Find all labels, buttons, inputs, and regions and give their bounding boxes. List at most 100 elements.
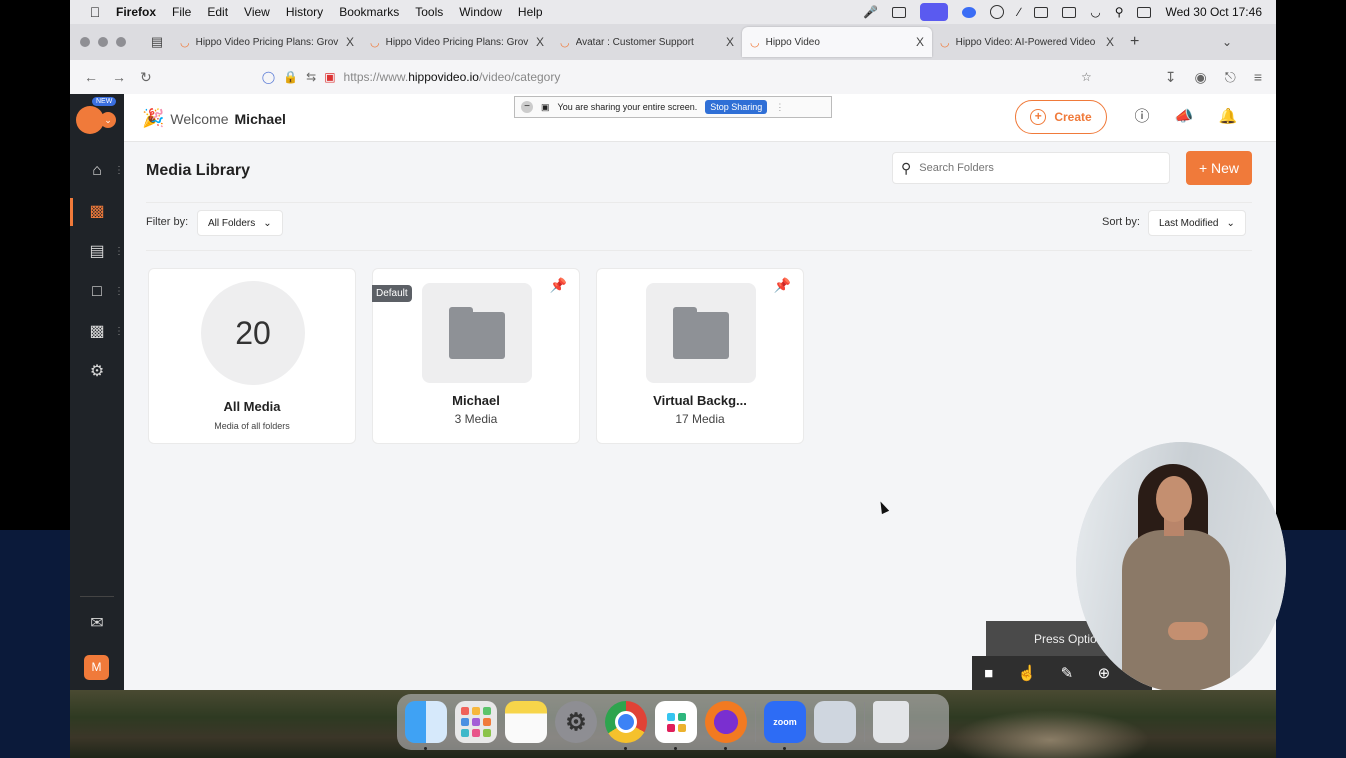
zoom-status-icon[interactable] xyxy=(962,6,977,18)
banner-grip-icon[interactable]: ⋮ xyxy=(775,102,784,113)
tab-ai-powered-video[interactable]: ◡ Hippo Video: AI-Powered Video X xyxy=(932,27,1122,57)
keyboard-icon[interactable] xyxy=(1034,6,1049,18)
finder-icon[interactable] xyxy=(405,701,447,750)
folder-card-michael[interactable]: Default 📌 Michael 3 Media xyxy=(372,268,580,444)
tracking-shield-icon[interactable]: ◯ xyxy=(262,70,275,84)
zoom-app-icon[interactable]: zoom xyxy=(764,701,806,750)
zoom-window-icon[interactable] xyxy=(116,37,126,47)
tab-close-icon[interactable]: X xyxy=(726,35,734,49)
permissions-icon[interactable]: ⇆ xyxy=(306,70,316,84)
display-icon[interactable] xyxy=(920,3,949,21)
new-tab-button[interactable]: + xyxy=(1130,33,1139,51)
minimize-banner-icon[interactable]: − xyxy=(521,101,533,113)
slash-icon[interactable]: ∕ xyxy=(1018,5,1020,19)
menu-clock[interactable]: Wed 30 Oct 17:46 xyxy=(1165,5,1262,19)
pages-more-icon[interactable]: ⋮ xyxy=(114,282,124,302)
hippo-favicon-icon: ◡ xyxy=(370,36,380,49)
menu-window[interactable]: Window xyxy=(459,5,502,19)
home-more-icon[interactable]: ⋮ xyxy=(114,161,124,181)
minimize-window-icon[interactable] xyxy=(98,37,108,47)
menu-edit[interactable]: Edit xyxy=(207,5,228,19)
sort-dropdown[interactable]: Last Modified ⌄ xyxy=(1148,210,1246,236)
wifi-icon[interactable]: ◡ xyxy=(1090,5,1100,19)
campaigns-more-icon[interactable]: ⋮ xyxy=(114,242,124,262)
new-folder-button[interactable]: + New xyxy=(1186,151,1252,185)
headset-icon[interactable] xyxy=(990,5,1005,19)
reload-icon[interactable]: ↻ xyxy=(140,69,152,86)
presenter-face xyxy=(1156,476,1192,522)
stop-sharing-button[interactable]: Stop Sharing xyxy=(705,100,768,114)
stop-square-icon[interactable]: ■ xyxy=(984,665,993,682)
folder-title: All Media xyxy=(223,399,281,414)
menu-history[interactable]: History xyxy=(286,5,323,19)
filter-dropdown[interactable]: All Folders ⌄ xyxy=(197,210,283,236)
chrome-icon[interactable] xyxy=(605,701,647,750)
extensions-icon[interactable]: ⎋ xyxy=(1225,69,1236,86)
tab-pricing-1[interactable]: ◡ Hippo Video Pricing Plans: Grov X xyxy=(172,27,362,57)
url-bar[interactable]: ◯ 🔒 ⇆ ▣ https://www.hippovideo.io/video/… xyxy=(262,70,1092,84)
close-window-icon[interactable] xyxy=(80,37,90,47)
tab-close-icon[interactable]: X xyxy=(916,35,924,49)
help-icon[interactable]: ⓘ xyxy=(1132,107,1152,127)
tab-avatar-support[interactable]: ◡ Avatar : Customer Support X xyxy=(552,27,742,57)
tab-hippo-video-active[interactable]: ◡ Hippo Video X xyxy=(742,27,932,57)
back-arrow-icon[interactable]: ← xyxy=(84,69,98,85)
analytics-more-icon[interactable]: ⋮ xyxy=(114,322,124,342)
media-library-icon[interactable]: ▩ xyxy=(86,202,108,222)
lock-icon[interactable]: 🔒 xyxy=(283,70,298,84)
screen-share-icon[interactable] xyxy=(892,6,907,18)
campaigns-icon[interactable]: ▤ xyxy=(86,242,108,262)
search-input[interactable] xyxy=(919,162,1150,174)
announcements-megaphone-icon[interactable]: 📣 xyxy=(1174,107,1194,127)
pen-icon[interactable]: ✎ xyxy=(1061,664,1074,682)
bookmark-star-icon[interactable]: ☆ xyxy=(1081,70,1092,84)
search-box[interactable]: ⚲ xyxy=(892,152,1170,184)
system-settings-icon[interactable]: ⚙ xyxy=(555,701,597,743)
tab-pricing-2[interactable]: ◡ Hippo Video Pricing Plans: Grov X xyxy=(362,27,552,57)
menu-view[interactable]: View xyxy=(244,5,270,19)
tab-close-icon[interactable]: X xyxy=(1106,35,1114,49)
logo-chevron-down-icon[interactable]: ⌄ xyxy=(100,112,116,128)
control-center-icon[interactable] xyxy=(1137,6,1152,18)
account-icon[interactable]: ◉ xyxy=(1195,69,1207,86)
folder-card-all-media[interactable]: 20 All Media Media of all folders xyxy=(148,268,356,444)
menu-app-name[interactable]: Firefox xyxy=(116,5,156,19)
preview-icon[interactable] xyxy=(814,701,856,743)
chat-icon[interactable]: ✉ xyxy=(86,614,108,634)
pin-icon[interactable]: 📌 xyxy=(774,277,791,294)
downloads-icon[interactable]: ↧ xyxy=(1165,69,1177,86)
settings-gear-icon[interactable]: ⚙ xyxy=(86,362,108,382)
firefox-icon[interactable] xyxy=(705,701,747,750)
trash-icon[interactable] xyxy=(873,701,909,743)
menu-file[interactable]: File xyxy=(172,5,191,19)
menu-help[interactable]: Help xyxy=(518,5,543,19)
notifications-bell-icon[interactable]: 🔔 xyxy=(1218,107,1238,127)
tab-close-icon[interactable]: X xyxy=(536,35,544,49)
tab-list-icon[interactable]: ▤ xyxy=(142,34,172,50)
tab-close-icon[interactable]: X xyxy=(346,35,354,49)
notes-icon[interactable] xyxy=(505,701,547,743)
user-avatar[interactable]: M xyxy=(84,655,109,680)
tab-title: Hippo Video Pricing Plans: Grov xyxy=(195,36,339,48)
menu-bookmarks[interactable]: Bookmarks xyxy=(339,5,399,19)
home-icon[interactable]: ⌂ xyxy=(86,161,108,181)
forward-arrow-icon[interactable]: → xyxy=(112,69,126,85)
hamburger-menu-icon[interactable]: ≡ xyxy=(1254,69,1262,86)
spotlight-icon[interactable]: ⚲ xyxy=(1115,5,1124,19)
pointer-hand-icon[interactable]: ☝ xyxy=(1018,664,1037,682)
analytics-icon[interactable]: ▩ xyxy=(86,322,108,342)
battery-icon[interactable] xyxy=(1062,6,1077,18)
url-text[interactable]: https://www.hippovideo.io/video/category xyxy=(344,70,561,84)
launchpad-icon[interactable] xyxy=(455,701,497,743)
screen-sharing-indicator-icon[interactable]: ▣ xyxy=(324,70,335,84)
create-button[interactable]: + Create xyxy=(1015,100,1107,134)
apple-icon[interactable]:  xyxy=(84,4,106,20)
folder-card-virtual-backgrounds[interactable]: 📌 Virtual Backg... 17 Media xyxy=(596,268,804,444)
slack-icon[interactable] xyxy=(655,701,697,750)
microphone-icon[interactable]: 🎤 xyxy=(863,5,878,19)
pages-icon[interactable]: □ xyxy=(86,282,108,302)
webcam-bubble[interactable] xyxy=(1076,442,1286,692)
list-all-tabs-chevron-icon[interactable]: ⌄ xyxy=(1222,35,1232,49)
menu-tools[interactable]: Tools xyxy=(415,5,443,19)
pin-icon[interactable]: 📌 xyxy=(550,277,567,294)
